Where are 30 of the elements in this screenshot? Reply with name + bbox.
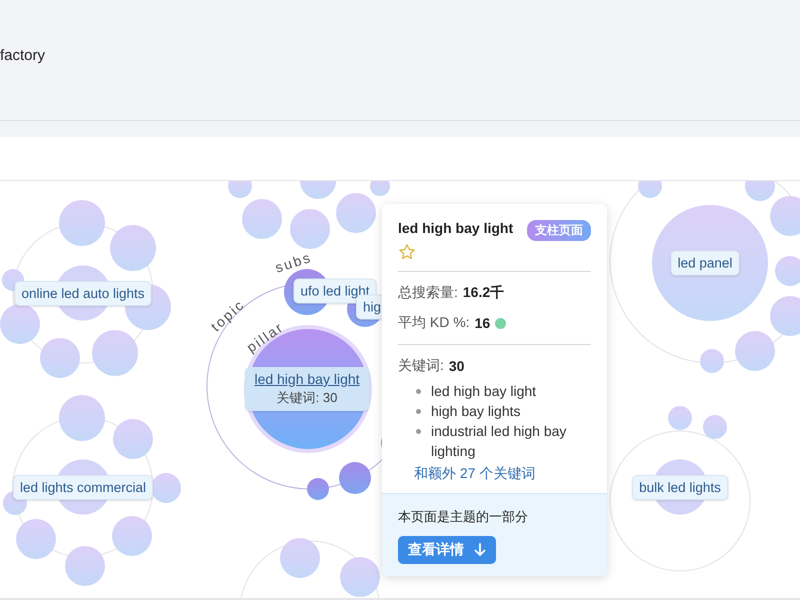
keyword-bubble[interactable] xyxy=(307,478,329,500)
stat-label: 平均 KD %: xyxy=(398,314,470,332)
keyword-bubble[interactable] xyxy=(339,462,371,494)
topic-node[interactable]: bulk led lights xyxy=(632,459,728,515)
keyword-item: high bay lights xyxy=(431,402,521,421)
cluster-label[interactable]: online led auto lights xyxy=(14,280,152,306)
stat-value: 30 xyxy=(448,358,464,374)
cluster-label[interactable]: led panel xyxy=(670,250,740,276)
star-icon[interactable] xyxy=(398,243,416,261)
stat-value: 16 xyxy=(474,315,490,331)
keyword-count: 关键词: 30 xyxy=(276,389,338,407)
pillar-link[interactable]: led high bay light xyxy=(254,371,360,387)
view-details-button[interactable]: 查看详情 xyxy=(398,536,496,564)
stat-label: 总搜索量: xyxy=(398,284,458,302)
stat-label: 关键词: xyxy=(398,357,444,375)
keyword-item: led high bay light xyxy=(431,382,536,401)
stat-value: 16.2千 xyxy=(462,284,504,302)
bullet-dot xyxy=(416,429,421,434)
footer-text: 本页面是主题的一部分 xyxy=(398,508,528,526)
ring-label: subs xyxy=(273,248,314,276)
page-title: factory xyxy=(0,46,46,64)
topic-node[interactable]: online led auto lights xyxy=(14,265,152,321)
more-keywords-link[interactable]: 和额外 27 个关键词 xyxy=(414,465,591,483)
bullet-dot xyxy=(416,409,421,414)
cluster-label[interactable]: bulk led lights xyxy=(632,474,728,500)
bullet-dot xyxy=(416,389,421,394)
popup-title: led high bay light xyxy=(398,220,514,236)
keyword-item: industrial led high bay lighting xyxy=(431,422,568,461)
pillar-badge: 支柱页面 xyxy=(527,220,591,241)
arrow-down-icon xyxy=(474,543,486,557)
